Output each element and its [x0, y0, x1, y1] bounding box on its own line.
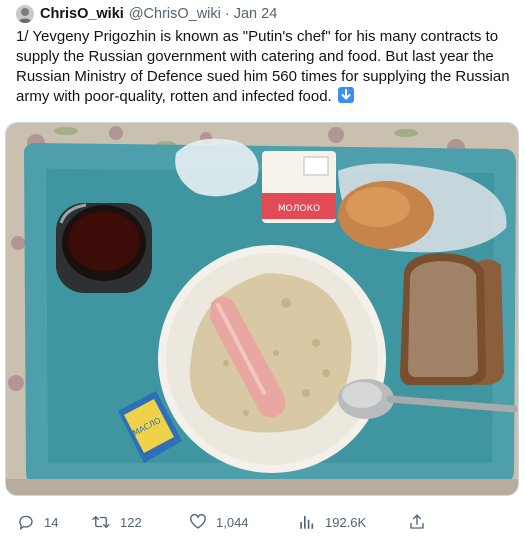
separator-dot: ·: [224, 6, 230, 22]
avatar[interactable]: [16, 5, 34, 23]
views-button[interactable]: 192.6K: [298, 509, 366, 535]
like-button[interactable]: 1,044: [189, 509, 249, 535]
reply-count: 14: [44, 514, 59, 530]
retweet-button[interactable]: 122: [91, 509, 142, 535]
heart-icon: [190, 513, 206, 529]
down-arrow-icon: [337, 87, 354, 103]
tweet-actions: 14 122 1,044 192.6K: [0, 509, 525, 535]
svg-text:МОЛОКО: МОЛОКО: [278, 204, 320, 214]
tweet-date[interactable]: Jan 24: [234, 6, 278, 22]
tweet[interactable]: ChrisO_wiki @ChrisO_wiki · Jan 24 1/ Yev…: [0, 0, 525, 541]
display-name[interactable]: ChrisO_wiki: [40, 6, 124, 22]
like-count: 1,044: [216, 514, 249, 530]
user-handle[interactable]: @ChrisO_wiki: [129, 6, 221, 22]
tea-glass: [56, 203, 152, 293]
views-icon: [300, 516, 314, 529]
views-count: 192.6K: [325, 514, 367, 530]
reply-icon: [19, 515, 33, 531]
share-icon: [410, 514, 424, 529]
tweet-header: ChrisO_wiki @ChrisO_wiki · Jan 24: [16, 4, 277, 24]
retweet-icon: [92, 516, 110, 528]
tweet-photo[interactable]: МОЛОКО МАСЛО: [5, 122, 519, 496]
milk-carton: МОЛОКО: [262, 151, 336, 223]
reply-button[interactable]: 14: [17, 509, 58, 535]
plate-with-porridge: [158, 245, 386, 473]
share-button[interactable]: [408, 509, 435, 535]
tweet-body: 1/ Yevgeny Prigozhin is known as "Putin'…: [16, 28, 510, 105]
bread-slices: [400, 253, 504, 385]
tweet-text: 1/ Yevgeny Prigozhin is known as "Putin'…: [16, 27, 516, 107]
retweet-count: 122: [120, 514, 142, 530]
